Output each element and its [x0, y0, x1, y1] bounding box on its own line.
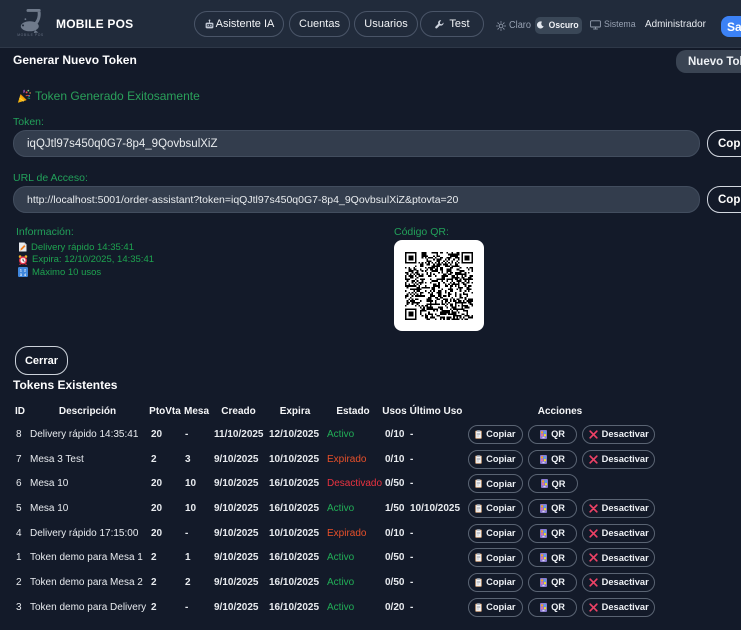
svg-text:4: 4	[24, 273, 26, 277]
svg-text:3: 3	[20, 273, 22, 277]
svg-text:2: 2	[24, 269, 26, 273]
svg-text:1: 1	[20, 269, 22, 273]
svg-text:MOBILE POS: MOBILE POS	[17, 33, 44, 37]
